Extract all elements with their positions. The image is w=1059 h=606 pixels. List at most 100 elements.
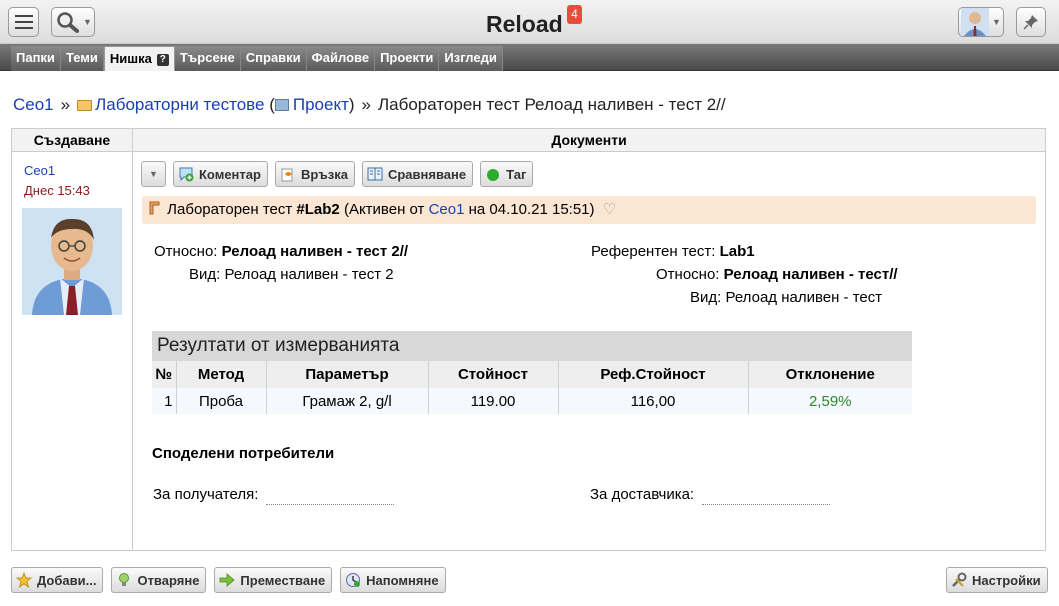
- cell-parameter: Грамаж 2, g/l: [266, 388, 429, 414]
- field-ref-regarding: Относно: Релоад наливен - тест//: [656, 266, 898, 283]
- breadcrumb-separator: »: [361, 95, 371, 114]
- folder-icon: [77, 100, 93, 111]
- help-icon[interactable]: ?: [156, 53, 169, 66]
- add-button-label: Добави...: [37, 572, 97, 588]
- tag-button-label: Таг: [506, 166, 527, 182]
- chevron-down-icon: ▼: [149, 169, 158, 179]
- shared-users-title: Споделени потребители: [152, 445, 335, 462]
- document-toolbar: ▼ Коментар Връзка Сравняване Таг: [141, 161, 534, 187]
- recipient-signature: За получателя:: [153, 486, 395, 505]
- col-header-parameter: Параметър: [266, 361, 429, 388]
- breadcrumb-current: Лабораторен тест Релоад наливен - тест 2…: [378, 95, 726, 114]
- field-ref-regarding-label: Относно:: [656, 266, 720, 283]
- compare-button-label: Сравняване: [387, 166, 467, 182]
- col-header-ref-value: Реф.Стойност: [558, 361, 749, 388]
- search-button[interactable]: ▼: [51, 7, 95, 37]
- field-ref-kind-value: Релоад наливен - тест: [725, 289, 883, 306]
- field-kind-label: Вид:: [189, 266, 221, 283]
- cell-number: 1: [152, 388, 177, 414]
- supplier-label: За доставчика:: [590, 486, 695, 503]
- column-header-documents: Документи: [133, 129, 1045, 152]
- field-ref-kind-label: Вид:: [690, 289, 722, 306]
- open-button-label: Отваряне: [137, 572, 200, 588]
- comment-button-label: Коментар: [199, 166, 261, 182]
- results-header-row: № Метод Параметър Стойност Реф.Стойност …: [152, 361, 912, 388]
- author-link[interactable]: Ceo1: [24, 163, 55, 178]
- document-status: (Активен от: [343, 201, 425, 218]
- link-button[interactable]: Връзка: [274, 161, 355, 187]
- comment-button[interactable]: Коментар: [173, 161, 268, 187]
- col-header-number: №: [152, 361, 177, 388]
- breadcrumb-separator: »: [60, 95, 71, 114]
- chevron-down-icon: ▼: [992, 17, 1001, 27]
- lightbulb-icon: [119, 573, 130, 586]
- document-header: Лабораторен тест #Lab2 (Активен от Ceo1 …: [142, 196, 1036, 224]
- remind-button[interactable]: Напомняне: [340, 567, 446, 593]
- open-button[interactable]: Отваряне: [111, 567, 207, 593]
- compare-button[interactable]: Сравняване: [361, 161, 474, 187]
- tab-projects[interactable]: Проекти: [375, 46, 440, 71]
- notification-badge[interactable]: 4: [567, 5, 582, 24]
- tab-files[interactable]: Файлове: [306, 46, 376, 71]
- field-regarding: Относно: Релоад наливен - тест 2//: [154, 243, 408, 260]
- tab-topics[interactable]: Теми: [60, 46, 104, 71]
- document-author-link[interactable]: Ceo1: [429, 201, 465, 218]
- menu-button[interactable]: [8, 7, 39, 37]
- supplier-signature: За доставчика:: [590, 486, 831, 505]
- favorite-heart-icon[interactable]: ♡: [603, 201, 616, 218]
- more-actions-dropdown[interactable]: ▼: [141, 161, 166, 187]
- table-row: 1 Проба Грамаж 2, g/l 119.00 116,00 2,59…: [152, 388, 912, 414]
- tab-folders[interactable]: Папки: [11, 46, 61, 71]
- settings-button[interactable]: Настройки: [946, 567, 1048, 593]
- tab-thread-label: Нишка: [109, 51, 152, 66]
- tab-thread[interactable]: Нишка?: [103, 46, 175, 71]
- user-menu-button[interactable]: ▼: [958, 7, 1004, 37]
- compare-icon: [367, 167, 383, 181]
- tag-button[interactable]: Таг: [480, 161, 534, 187]
- tab-views[interactable]: Изгледи: [439, 46, 503, 71]
- author-photo: [22, 208, 122, 315]
- hamburger-icon: [14, 15, 33, 29]
- tab-reports[interactable]: Справки: [240, 46, 307, 71]
- avatar[interactable]: [22, 208, 122, 315]
- cell-deviation: 2,59%: [748, 388, 912, 414]
- tools-icon: [952, 572, 967, 587]
- search-icon: [57, 12, 79, 33]
- results-title: Резултати от измерванията: [152, 331, 912, 361]
- move-button-label: Преместване: [240, 572, 326, 588]
- field-ref-test-value[interactable]: Lab1: [720, 243, 755, 260]
- project-icon: [274, 99, 289, 111]
- remind-button-label: Напомняне: [366, 572, 439, 588]
- field-regarding-label: Относно:: [154, 243, 218, 260]
- link-button-label: Връзка: [300, 166, 348, 182]
- breadcrumb: Ceo1» Лабораторни тестове (Проект)» Лабора…: [13, 95, 726, 114]
- breadcrumb-project-link[interactable]: Проект: [293, 95, 349, 114]
- field-kind-value: Релоад наливен - тест 2: [224, 266, 394, 283]
- cell-ref-value: 116,00: [558, 388, 749, 414]
- bottom-toolbar: Добави... Отваряне Преместване Напомняне: [11, 567, 446, 593]
- breadcrumb-folder-link[interactable]: Лабораторни тестове: [95, 95, 264, 114]
- main-tab-bar: Папки Теми Нишка? Търсене Справки Файлов…: [0, 44, 1059, 71]
- document-date: на 04.10.21 15:51): [468, 201, 595, 218]
- field-ref-test: Референтен тест: Lab1: [591, 243, 755, 260]
- move-button[interactable]: Преместване: [214, 567, 333, 593]
- tab-search[interactable]: Търсене: [174, 46, 241, 71]
- clock-icon: [346, 573, 361, 587]
- breadcrumb-root-link[interactable]: Ceo1: [13, 95, 54, 114]
- chevron-down-icon: ▼: [83, 17, 92, 27]
- document-number: #Lab2: [296, 201, 340, 218]
- pin-button[interactable]: [1016, 7, 1046, 37]
- pin-icon: [1023, 15, 1038, 30]
- add-button[interactable]: Добави...: [11, 567, 104, 593]
- column-header-creation: Създаване: [12, 129, 133, 152]
- field-regarding-value: Релоад наливен - тест 2//: [221, 243, 409, 260]
- col-header-value: Стойност: [428, 361, 559, 388]
- recipient-label: За получателя:: [153, 486, 259, 503]
- green-dot-icon: [487, 169, 500, 181]
- author-column: Ceo1 Днес 15:43: [12, 152, 133, 550]
- cell-method: Проба: [176, 388, 267, 414]
- star-icon: [16, 572, 32, 588]
- col-header-deviation: Отклонение: [748, 361, 912, 388]
- app-title: Reload: [486, 11, 563, 37]
- cell-value: 119.00: [428, 388, 559, 414]
